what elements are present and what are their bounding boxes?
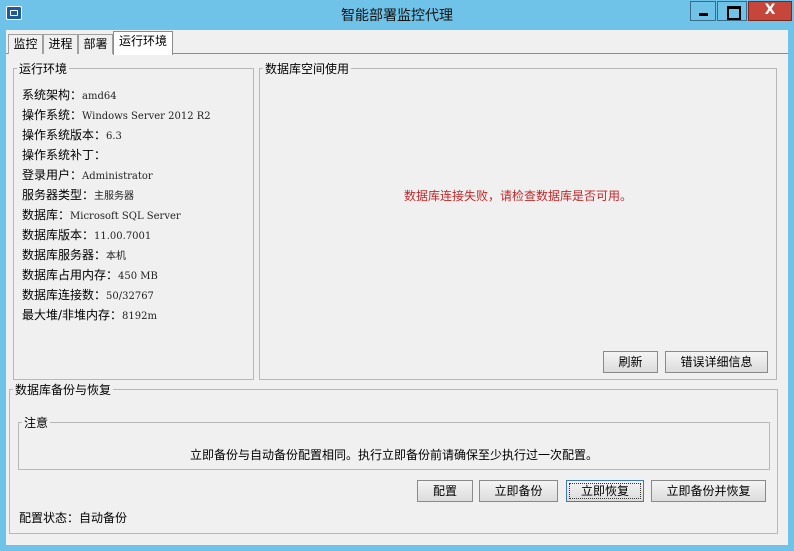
env-info-row: 操作系统补丁：	[22, 145, 211, 165]
env-info-row: 服务器类型：主服务器	[22, 185, 211, 205]
env-info-list: 系统架构：amd64 操作系统：Windows Server 2012 R2 操作系…	[22, 85, 211, 325]
env-info-label: 数据库版本：	[22, 228, 95, 242]
client-area: 监控 进程 部署 运行环境 运行环境 系统架构：amd64 操作系统：Window…	[6, 30, 788, 545]
env-info-value: 6.3	[106, 131, 122, 142]
env-info-value: 50/32767	[106, 291, 154, 302]
env-info-label: 操作系统版本：	[22, 128, 107, 142]
config-status-label: 配置状态：	[19, 511, 80, 525]
title-bar[interactable]: 智能部署监控代理 X	[0, 0, 794, 30]
env-info-row: 数据库连接数：50/32767	[22, 285, 211, 305]
env-info-label: 数据库连接数：	[22, 288, 107, 302]
env-info-label: 操作系统：	[22, 108, 83, 122]
tab-monitor[interactable]: 监控	[8, 34, 43, 54]
env-info-value: 8192m	[122, 311, 157, 322]
close-button[interactable]: X	[748, 1, 792, 21]
db-space-group: 数据库空间使用 数据库连接失败，请检查数据库是否可用。 刷新 错误详细信息	[259, 60, 777, 380]
env-info-label: 系统架构：	[22, 88, 83, 102]
env-info-value: 450 MB	[118, 271, 158, 282]
env-info-row: 操作系统版本：6.3	[22, 125, 211, 145]
tab-process[interactable]: 进程	[43, 34, 78, 54]
env-info-row: 登录用户：Administrator	[22, 165, 211, 185]
env-info-label: 数据库服务器：	[22, 248, 107, 262]
tab-deploy[interactable]: 部署	[78, 34, 113, 54]
env-info-row: 最大堆/非堆内存：8192m	[22, 305, 211, 325]
backup-restore-group-legend: 数据库备份与恢复	[15, 383, 112, 397]
backup-and-restore-button[interactable]: 立即备份并恢复	[651, 480, 766, 502]
env-group: 运行环境 系统架构：amd64 操作系统：Windows Server 2012 …	[13, 60, 254, 380]
env-info-label: 最大堆/非堆内存：	[22, 308, 123, 322]
env-info-row: 数据库：Microsoft SQL Server	[22, 205, 211, 225]
app-window: 智能部署监控代理 X 监控 进程 部署 运行环境 运行环境 系统架构：amd64…	[0, 0, 794, 551]
env-info-value: Windows Server 2012 R2	[82, 111, 211, 122]
env-info-row: 操作系统：Windows Server 2012 R2	[22, 105, 211, 125]
maximize-button[interactable]	[717, 1, 747, 21]
config-status: 配置状态：自动备份	[19, 509, 127, 526]
env-info-label: 登录用户：	[22, 168, 83, 182]
notice-group: 注意 立即备份与自动备份配置相同。执行立即备份前请确保至少执行过一次配置。	[18, 414, 770, 470]
refresh-button[interactable]: 刷新	[603, 351, 658, 373]
env-info-value: 11.00.7001	[94, 231, 152, 242]
backup-restore-group: 数据库备份与恢复 注意 立即备份与自动备份配置相同。执行立即备份前请确保至少执行…	[9, 381, 778, 534]
env-info-row: 数据库占用内存：450 MB	[22, 265, 211, 285]
tab-runtime-env[interactable]: 运行环境	[113, 31, 173, 55]
env-info-value: Microsoft SQL Server	[70, 211, 181, 222]
env-info-value: 本机	[106, 251, 127, 262]
tab-strip: 监控 进程 部署 运行环境	[6, 30, 788, 55]
runtime-env-panel: 运行环境 系统架构：amd64 操作系统：Windows Server 2012 …	[6, 54, 788, 545]
notice-group-legend: 注意	[24, 416, 49, 430]
env-group-legend: 运行环境	[19, 62, 68, 76]
notice-text: 立即备份与自动备份配置相同。执行立即备份前请确保至少执行过一次配置。	[189, 448, 598, 462]
env-info-row: 数据库服务器：本机	[22, 245, 211, 265]
env-info-value: Administrator	[82, 171, 153, 182]
env-info-label: 数据库：	[22, 208, 71, 222]
backup-now-button[interactable]: 立即备份	[479, 480, 558, 502]
db-connection-error: 数据库连接失败，请检查数据库是否可用。	[403, 189, 632, 203]
env-info-label: 服务器类型：	[22, 188, 95, 202]
db-space-group-legend: 数据库空间使用	[265, 62, 350, 76]
env-info-label: 操作系统补丁：	[22, 148, 107, 162]
window-title: 智能部署监控代理	[341, 8, 453, 24]
env-info-value: 主服务器	[94, 191, 135, 202]
minimize-button[interactable]	[690, 1, 716, 21]
env-info-label: 数据库占用内存：	[22, 268, 119, 282]
config-button[interactable]: 配置	[417, 480, 473, 502]
error-detail-button[interactable]: 错误详细信息	[665, 351, 768, 373]
env-info-value: amd64	[82, 91, 117, 102]
env-info-row: 系统架构：amd64	[22, 85, 211, 105]
restore-now-button[interactable]: 立即恢复	[566, 480, 644, 502]
env-info-row: 数据库版本：11.00.7001	[22, 225, 211, 245]
config-status-value: 自动备份	[79, 511, 128, 525]
